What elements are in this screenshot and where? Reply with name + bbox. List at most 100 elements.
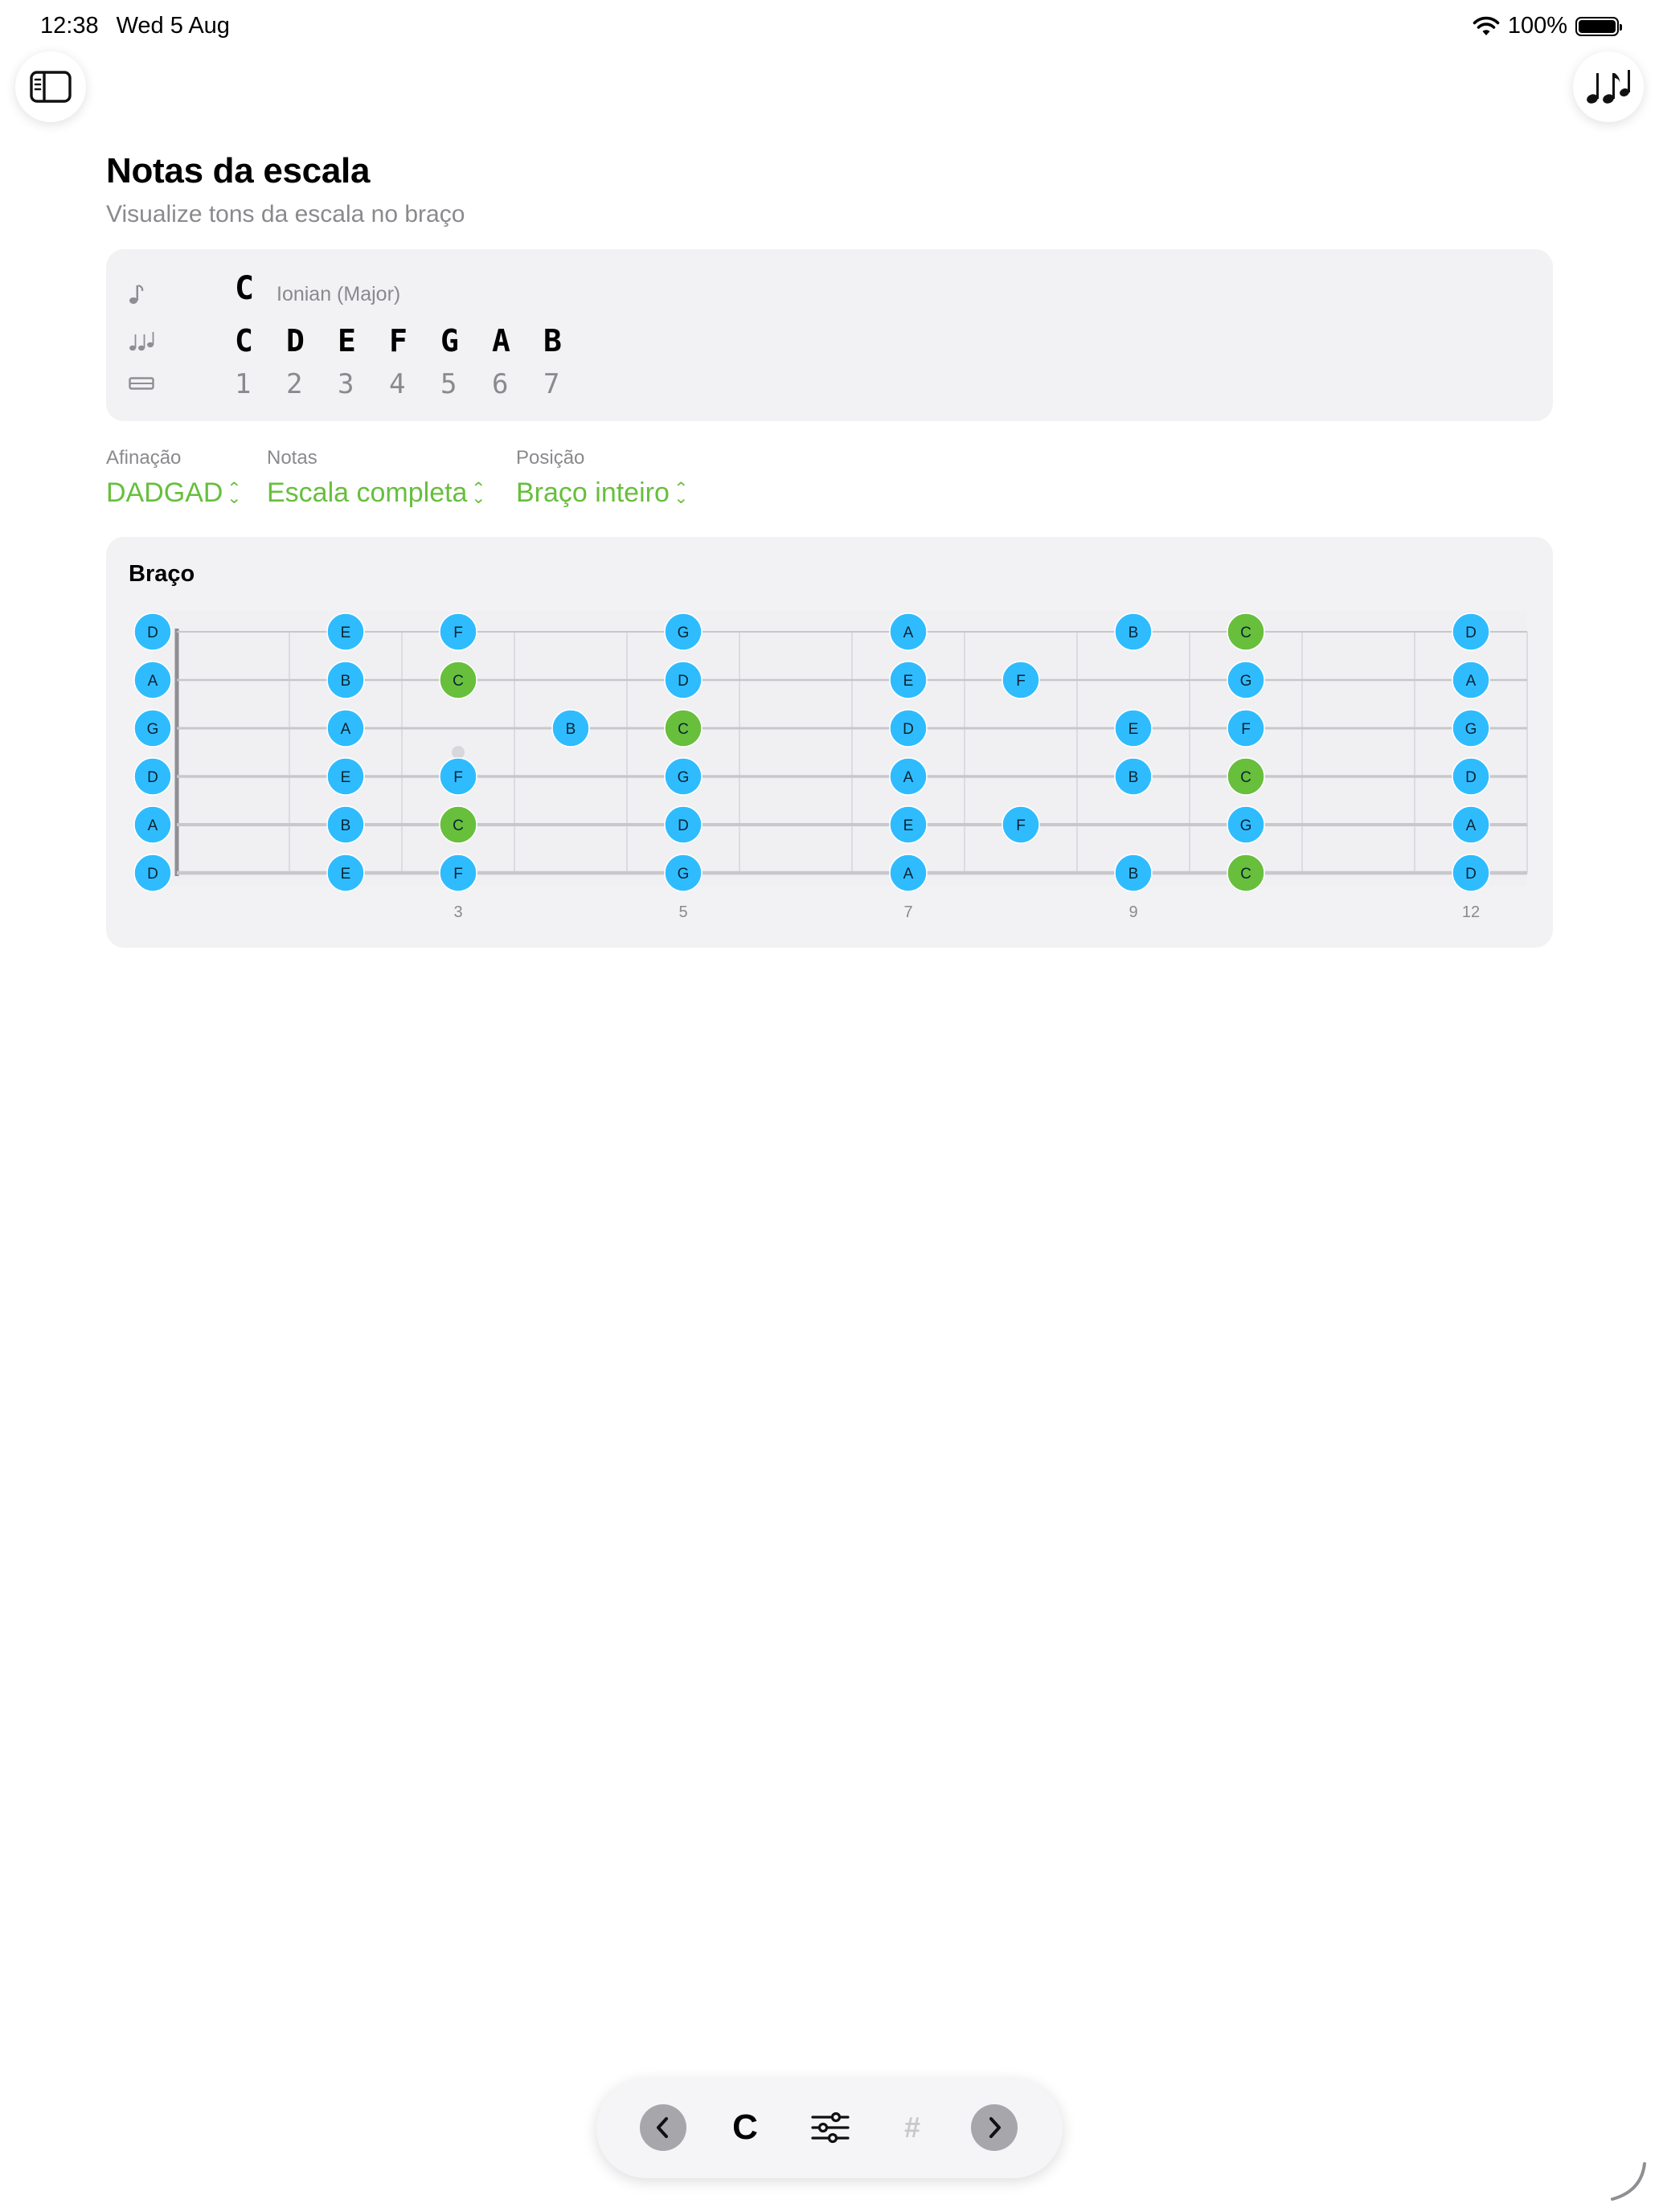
note-marker-label: F <box>453 866 463 883</box>
note-marker-label: B <box>1129 866 1139 883</box>
note-marker-label: E <box>1129 721 1139 738</box>
note-marker-label: B <box>566 721 576 738</box>
battery-percent: 100% <box>1507 13 1567 39</box>
note-marker-label: C <box>678 721 689 738</box>
scale-notes-button[interactable] <box>1573 51 1644 122</box>
scale-degree: 5 <box>440 368 457 400</box>
scale-note: E <box>338 323 356 358</box>
chevron-up-down-icon: ⌃ ⌄ <box>471 479 487 507</box>
note-marker-label: C <box>1240 625 1251 641</box>
note-marker-label: C <box>453 673 464 690</box>
music-notes-icon <box>1587 70 1630 104</box>
scale-summary-card: C Ionian (Major) C D E F G A B 1 2 3 4 5… <box>106 249 1553 421</box>
scale-degree: 3 <box>338 368 354 400</box>
note-marker-label: G <box>678 769 690 786</box>
notes-label: Notas <box>267 447 317 469</box>
sharp-toggle-button[interactable]: # <box>889 2104 936 2151</box>
fretboard-card: Braço DEFGABCDABCDEFGAGABCDEFGDEFGABCDAB… <box>106 537 1553 948</box>
chevron-up-down-icon: ⌃ ⌄ <box>227 479 243 507</box>
fret-number: 7 <box>903 903 912 921</box>
note-marker-label: A <box>903 625 914 641</box>
chevron-up-down-icon: ⌃ ⌄ <box>674 479 689 507</box>
status-bar-left: 12:38 Wed 5 Aug <box>40 13 230 39</box>
settings-button[interactable] <box>807 2104 854 2151</box>
music-notes-small-icon <box>129 332 154 351</box>
wifi-icon <box>1473 16 1500 35</box>
position-picker[interactable]: Posição Braço inteiro ⌃ ⌄ <box>516 447 688 509</box>
note-marker-label: E <box>903 673 914 690</box>
scale-degree: 7 <box>543 368 560 400</box>
page-subtitle: Visualize tons da escala no braço <box>106 201 465 227</box>
battery-icon <box>1575 16 1622 36</box>
fretboard-background <box>153 611 1527 886</box>
note-marker-label: A <box>148 817 158 834</box>
note-marker-label: G <box>1465 721 1477 738</box>
fret-number: 3 <box>453 903 462 921</box>
fret-number: 5 <box>678 903 687 921</box>
note-marker-label: G <box>1240 817 1252 834</box>
scale-note: A <box>492 323 510 358</box>
note-marker-label: E <box>341 866 351 883</box>
note-marker-label: D <box>147 769 158 786</box>
status-bar-right: 100% <box>1473 13 1622 39</box>
note-marker-label: C <box>1240 769 1251 786</box>
page-title: Notas da escala <box>106 151 371 190</box>
position-value[interactable]: Braço inteiro ⌃ ⌄ <box>516 477 688 509</box>
scale-note: D <box>286 323 305 358</box>
note-marker-label: E <box>903 817 914 834</box>
note-marker-label: F <box>453 769 463 786</box>
current-key-button[interactable]: C <box>722 2104 768 2151</box>
scroll-indicator-icon <box>1611 2162 1646 2201</box>
note-marker-label: D <box>678 817 689 834</box>
tuning-picker[interactable]: Afinação DADGAD ⌃ ⌄ <box>106 447 243 509</box>
scale-note: F <box>389 323 408 358</box>
note-marker-label: B <box>1129 769 1139 786</box>
note-marker-label: C <box>453 817 464 834</box>
tuning-value[interactable]: DADGAD ⌃ ⌄ <box>106 477 243 509</box>
note-marker-label: D <box>678 673 689 690</box>
scale-note: B <box>543 323 562 358</box>
note-marker-label: A <box>1466 673 1477 690</box>
previous-key-button[interactable] <box>640 2104 686 2151</box>
note-marker-label: B <box>341 817 351 834</box>
scale-note: G <box>440 323 459 358</box>
scale-degree: 4 <box>389 368 406 400</box>
tuning-value-text: DADGAD <box>106 477 223 508</box>
note-marker-label: D <box>1465 769 1477 786</box>
chevron-right-icon <box>989 2117 1001 2138</box>
tuning-label: Afinação <box>106 447 182 469</box>
note-marker-label: A <box>1466 817 1477 834</box>
note-marker-label: F <box>1016 817 1026 834</box>
notes-value-text: Escala completa <box>267 477 468 508</box>
sidebar-toggle-icon <box>30 71 72 103</box>
note-marker-label: F <box>1241 721 1251 738</box>
note-marker-label: A <box>341 721 351 738</box>
sidebar-toggle-button[interactable] <box>15 51 86 122</box>
fret-number: 12 <box>1462 903 1480 921</box>
note-marker-label: D <box>147 625 158 641</box>
note-marker-label: G <box>147 721 159 738</box>
next-key-button[interactable] <box>971 2104 1018 2151</box>
note-marker-label: E <box>341 625 351 641</box>
ruler-icon <box>129 377 154 390</box>
fret-number: 9 <box>1129 903 1137 921</box>
note-marker-label: D <box>147 866 158 883</box>
scale-notes-row: C D E F G A B <box>235 323 595 358</box>
note-marker-label: A <box>903 866 914 883</box>
scale-degree: 2 <box>286 368 303 400</box>
notes-value[interactable]: Escala completa ⌃ ⌄ <box>267 477 487 509</box>
scale-mode-name: Ionian (Major) <box>276 283 401 305</box>
note-marker-label: A <box>903 769 914 786</box>
note-marker-label: G <box>1240 673 1252 690</box>
note-marker-label: D <box>1465 625 1477 641</box>
status-date: Wed 5 Aug <box>116 13 230 39</box>
scale-degrees-row: 1 2 3 4 5 6 7 <box>235 368 595 400</box>
note-marker-label: G <box>678 866 690 883</box>
notes-picker[interactable]: Notas Escala completa ⌃ ⌄ <box>267 447 487 509</box>
note-marker-label: B <box>341 673 351 690</box>
fretboard: D E F G A B C D A B C D E F G A G A B C D E F G D E F G A B C D A B C D E F G A… <box>133 611 1528 921</box>
note-marker-label: A <box>148 673 158 690</box>
scale-degree: 1 <box>235 368 252 400</box>
status-time: 12:38 <box>40 13 99 39</box>
note-marker-label: D <box>1465 866 1477 883</box>
